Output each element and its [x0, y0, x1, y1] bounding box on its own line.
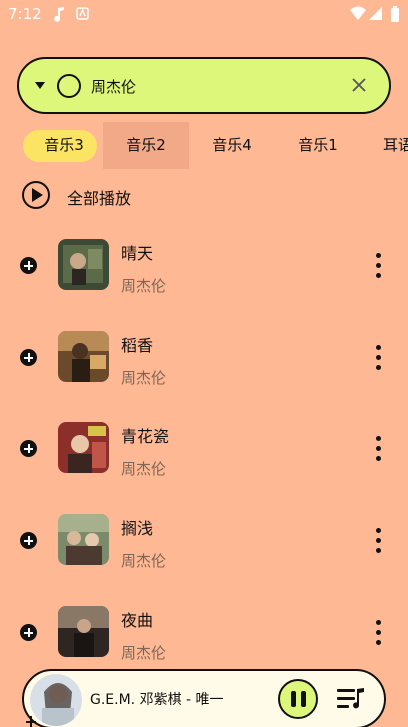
search-bar[interactable]: [17, 57, 391, 114]
playlist-icon[interactable]: [336, 685, 366, 713]
mini-player[interactable]: G.E.M. 邓紫棋 - 唯一: [22, 669, 386, 727]
tab-music2[interactable]: 音乐2: [103, 122, 189, 169]
play-circle-icon: [22, 181, 50, 209]
song-row[interactable]: 晴天 周杰伦: [0, 225, 408, 311]
add-icon[interactable]: [20, 532, 37, 549]
tab-music3[interactable]: 音乐3: [21, 122, 107, 169]
notification-icon: [76, 7, 89, 20]
song-row[interactable]: 搁浅 周杰伦: [0, 500, 408, 586]
add-icon[interactable]: [20, 257, 37, 274]
song-title: 晴天: [121, 244, 154, 263]
play-all-button[interactable]: 全部播放: [22, 180, 222, 210]
dropdown-arrow-icon[interactable]: [34, 79, 46, 91]
add-icon[interactable]: [20, 440, 37, 457]
song-artist: 周杰伦: [121, 644, 167, 662]
battery-icon: [391, 6, 399, 22]
tab-music4[interactable]: 音乐4: [189, 122, 275, 169]
more-options-icon[interactable]: [375, 436, 383, 462]
song-artist: 周杰伦: [121, 277, 167, 295]
add-icon[interactable]: [20, 349, 37, 366]
album-cover: [58, 422, 109, 473]
album-cover: [58, 331, 109, 382]
song-title: 稻香: [121, 336, 154, 355]
add-icon[interactable]: [20, 624, 37, 641]
song-row[interactable]: 稻香 周杰伦: [0, 317, 408, 403]
search-icon: [57, 74, 81, 98]
song-artist: 周杰伦: [121, 460, 167, 478]
song-row[interactable]: 夜曲 周杰伦: [0, 592, 408, 678]
pause-button[interactable]: [278, 679, 318, 719]
song-title: 夜曲: [121, 611, 154, 630]
more-options-icon[interactable]: [375, 345, 383, 371]
now-playing-text: G.E.M. 邓紫棋 - 唯一: [90, 692, 224, 708]
more-options-icon[interactable]: [375, 253, 383, 279]
tab-whisper[interactable]: 耳语: [361, 122, 408, 169]
album-cover: [58, 606, 109, 657]
song-row[interactable]: 青花瓷 周杰伦: [0, 408, 408, 494]
search-input[interactable]: [91, 73, 331, 99]
song-artist: 周杰伦: [121, 369, 167, 387]
song-artist: 周杰伦: [121, 552, 167, 570]
status-time: 7:12: [8, 5, 42, 23]
close-icon[interactable]: [351, 77, 367, 93]
album-cover: [58, 239, 109, 290]
song-title: 搁浅: [121, 519, 154, 538]
add-icon: [26, 716, 36, 727]
status-bar: 7:12: [0, 0, 408, 30]
more-options-icon[interactable]: [375, 528, 383, 554]
play-all-label: 全部播放: [67, 189, 132, 208]
album-cover: [58, 514, 109, 565]
song-title: 青花瓷: [121, 427, 170, 446]
wifi-icon: [350, 6, 366, 20]
signal-icon: [369, 7, 382, 20]
music-note-icon: [54, 7, 64, 22]
tab-music1[interactable]: 音乐1: [275, 122, 361, 169]
tab-bar: 音乐3 音乐2 音乐4 音乐1 耳语: [0, 122, 408, 170]
more-options-icon[interactable]: [375, 620, 383, 646]
